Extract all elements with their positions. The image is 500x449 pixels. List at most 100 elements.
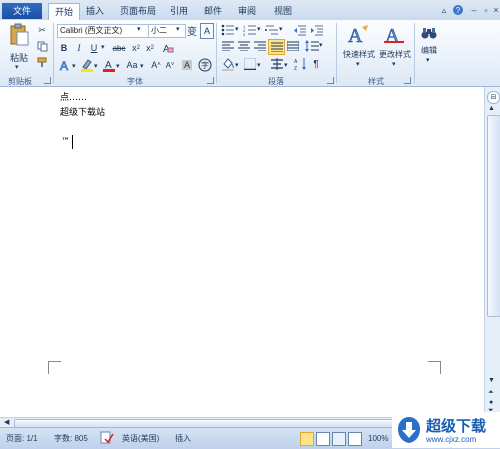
chevron-down-icon: ▾ <box>426 57 430 64</box>
change-styles-button[interactable]: A 更改样式 ▾ <box>376 23 412 69</box>
grow-font-icon[interactable]: A ˄ <box>150 58 162 72</box>
scroll-up-arrow-icon[interactable]: ▲ <box>488 105 495 112</box>
font-dialog-launcher[interactable] <box>207 77 214 84</box>
paste-label: 粘贴 <box>9 53 28 63</box>
outline-view-icon[interactable] <box>348 432 362 446</box>
show-marks-icon[interactable]: ¶ <box>310 57 322 71</box>
quick-styles-button[interactable]: A 快速样式 ▾ <box>340 23 375 69</box>
enclose-chars-icon[interactable]: 字 <box>198 58 212 72</box>
sort-icon[interactable]: AZ <box>294 57 308 71</box>
styles-dialog-launcher[interactable] <box>404 77 411 84</box>
align-right-icon[interactable] <box>253 40 267 52</box>
tab-view[interactable]: 视图 <box>270 3 296 19</box>
status-insert-mode[interactable]: 插入 <box>175 432 191 445</box>
status-word-count[interactable]: 字数: 805 <box>54 432 88 445</box>
phonetic-guide-icon[interactable]: 变 <box>186 23 198 38</box>
chevron-down-icon: ▾ <box>116 63 120 70</box>
decrease-indent-icon[interactable] <box>293 24 307 36</box>
vertical-scrollbar[interactable]: ⊟ ▲ ▼ ⏶ ● ⏷ <box>484 87 500 417</box>
page-corner-mark <box>428 361 441 374</box>
styles-group-label: 样式 <box>368 77 384 86</box>
underline-button[interactable]: U <box>88 42 100 54</box>
copy-icon[interactable] <box>36 40 48 52</box>
align-left-icon[interactable] <box>221 40 235 52</box>
document-page[interactable]: 点…… 超级下载站 ™ <box>0 87 480 417</box>
tab-mailings[interactable]: 邮件 <box>200 3 226 19</box>
justify-button-active[interactable] <box>268 39 285 55</box>
web-layout-icon[interactable] <box>332 432 346 446</box>
paste-button[interactable]: 粘贴 ▾ <box>6 23 32 73</box>
tab-references[interactable]: 引用 <box>166 3 192 19</box>
change-case-icon[interactable]: Aa <box>124 58 140 72</box>
clipboard-dialog-launcher[interactable] <box>44 77 51 84</box>
tab-insert[interactable]: 插入 <box>82 3 108 19</box>
svg-text:?: ? <box>456 6 461 15</box>
numbering-icon[interactable]: 123 <box>243 24 257 36</box>
minimize-ribbon-icon[interactable]: ▵ <box>438 4 450 16</box>
char-border-icon[interactable]: A <box>200 23 214 39</box>
change-styles-label: 更改样式 <box>379 50 411 59</box>
font-color-icon[interactable]: A <box>102 58 116 72</box>
subscript-button[interactable]: x2 <box>130 42 142 54</box>
doc-line-1: 点…… <box>60 93 88 103</box>
superscript-button[interactable]: x2 <box>144 42 156 54</box>
watermark-url: www.cjxz.com <box>426 435 477 444</box>
align-center-icon[interactable] <box>237 40 251 52</box>
clipboard-group-label: 剪贴板 <box>8 77 32 86</box>
ruler-toggle-icon[interactable]: ⊟ <box>487 91 500 104</box>
status-language[interactable]: 英语(美国) <box>122 432 159 445</box>
svg-text:A: A <box>348 25 363 45</box>
svg-text:3: 3 <box>243 32 246 36</box>
help-icon[interactable]: ? <box>452 4 464 16</box>
borders-icon[interactable] <box>243 57 257 71</box>
font-size-combo[interactable]: 小二 <box>148 24 186 38</box>
previous-page-icon[interactable]: ⏶ <box>488 389 494 397</box>
line-spacing-icon[interactable] <box>305 40 319 52</box>
paragraph-dialog-launcher[interactable] <box>327 77 334 84</box>
increase-indent-icon[interactable] <box>310 24 324 36</box>
group-divider <box>414 23 415 83</box>
chevron-down-icon: ▾ <box>235 26 239 33</box>
bold-button[interactable]: B <box>58 42 70 54</box>
status-page[interactable]: 页面: 1/1 <box>6 432 38 445</box>
text-effects-icon[interactable]: A <box>58 58 72 72</box>
chevron-down-icon: ▾ <box>72 63 76 70</box>
font-name-combo[interactable]: Calibri (西文正文) <box>57 24 149 38</box>
chinese-layout-icon[interactable] <box>270 57 284 71</box>
distributed-align-icon[interactable] <box>286 40 300 52</box>
tab-file[interactable]: 文件 <box>2 3 42 19</box>
chevron-down-icon: ▾ <box>279 26 283 33</box>
scroll-left-arrow-icon[interactable]: ◀ <box>4 418 9 426</box>
shrink-font-icon[interactable]: A ˅ <box>164 58 176 72</box>
multilevel-list-icon[interactable] <box>265 24 279 36</box>
bullets-icon[interactable] <box>221 24 235 36</box>
chevron-down-icon: ▾ <box>140 63 144 70</box>
shading-icon[interactable] <box>221 57 235 71</box>
ribbon-home: 粘贴 ▾ ✂ 剪贴板 Calibri (西文正文) ▾ 小二 ▾ 变 A B I… <box>0 20 500 87</box>
window-close-icon[interactable]: × <box>490 4 500 16</box>
strikethrough-button[interactable]: abc <box>112 42 126 54</box>
window-minimize-icon[interactable]: – <box>468 4 480 16</box>
vertical-scroll-thumb[interactable] <box>487 115 500 317</box>
tab-review[interactable]: 审阅 <box>234 3 260 19</box>
char-shading-icon[interactable]: A <box>180 58 194 72</box>
status-zoom-level[interactable]: 100% <box>368 432 388 445</box>
italic-button[interactable]: I <box>73 42 85 54</box>
highlight-color-icon[interactable] <box>80 58 94 72</box>
group-divider <box>216 23 217 83</box>
tab-page-layout[interactable]: 页面布局 <box>116 3 160 19</box>
format-painter-icon[interactable] <box>36 56 48 68</box>
browse-object-icon[interactable]: ● <box>489 399 493 406</box>
clear-formatting-icon[interactable]: A <box>162 42 174 54</box>
scroll-down-arrow-icon[interactable]: ▼ <box>488 377 495 384</box>
full-screen-reading-icon[interactable] <box>316 432 330 446</box>
print-layout-view-icon[interactable] <box>300 432 314 446</box>
svg-text:Z: Z <box>294 66 297 71</box>
group-divider <box>53 23 54 83</box>
binoculars-icon <box>421 28 437 39</box>
editing-button[interactable]: 编辑 ▾ <box>418 23 440 69</box>
page-corner-mark <box>48 361 61 374</box>
cut-icon[interactable]: ✂ <box>36 24 48 36</box>
tab-home[interactable]: 开始 <box>48 3 80 21</box>
proofing-icon[interactable] <box>100 431 114 444</box>
